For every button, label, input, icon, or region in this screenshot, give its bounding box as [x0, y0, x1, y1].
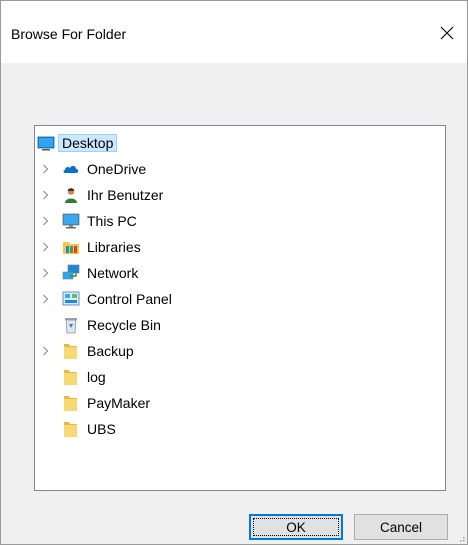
tree-item-label: OneDrive: [87, 161, 147, 177]
tree-item-label: log: [87, 369, 106, 385]
tree-item-label: Network: [87, 265, 139, 281]
tree-item-label: Control Panel: [87, 291, 172, 307]
tree-item-control-panel[interactable]: Control Panel: [35, 287, 445, 311]
tree-item-label: Desktop: [58, 134, 118, 152]
folder-icon: [62, 368, 80, 386]
tree-item-label: Libraries: [87, 239, 141, 255]
chevron-right-icon[interactable]: [40, 287, 50, 311]
resize-grip-icon[interactable]: [455, 532, 465, 542]
desktop-icon: [37, 134, 55, 152]
tree-item-onedrive[interactable]: OneDrive: [35, 157, 445, 181]
network-icon: [62, 264, 80, 282]
tree-item-recycle-bin[interactable]: Recycle Bin: [35, 313, 445, 337]
chevron-right-icon[interactable]: [40, 209, 50, 233]
tree-item-paymaker[interactable]: PayMaker: [35, 391, 445, 415]
this-pc-icon: [62, 212, 80, 230]
tree-item-label: PayMaker: [87, 395, 151, 411]
tree-item-label: This PC: [87, 213, 137, 229]
tree-item-label: Ihr Benutzer: [87, 187, 164, 203]
title-bar: Browse For Folder: [1, 1, 467, 63]
chevron-right-icon[interactable]: [40, 235, 50, 259]
close-button[interactable]: [433, 19, 461, 47]
folder-icon: [62, 394, 80, 412]
chevron-right-icon[interactable]: [40, 157, 50, 181]
cancel-button[interactable]: Cancel: [354, 514, 448, 540]
dialog-title: Browse For Folder: [11, 26, 127, 42]
tree-item-libraries[interactable]: Libraries: [35, 235, 445, 259]
tree-item-label: UBS: [87, 421, 116, 437]
folder-tree[interactable]: Desktop OneDrive Ihr Benutzer This PC Libra…: [34, 125, 446, 491]
close-icon: [440, 26, 454, 40]
control-panel-icon: [62, 290, 80, 308]
tree-item-desktop[interactable]: Desktop: [35, 131, 445, 155]
chevron-right-icon[interactable]: [40, 183, 50, 207]
tree-item-log[interactable]: log: [35, 365, 445, 389]
tree-item-label: Backup: [87, 343, 134, 359]
ok-button[interactable]: OK: [249, 514, 343, 540]
user-icon: [62, 186, 80, 204]
chevron-right-icon[interactable]: [40, 339, 50, 363]
tree-item-network[interactable]: Network: [35, 261, 445, 285]
browse-for-folder-dialog: Browse For Folder Desktop OneDrive Ihr Be…: [0, 0, 468, 545]
cancel-button-label: Cancel: [379, 519, 423, 535]
folder-icon: [62, 420, 80, 438]
onedrive-icon: [62, 160, 80, 178]
tree-item-label: Recycle Bin: [87, 317, 161, 333]
folder-icon: [62, 342, 80, 360]
recycle-bin-icon: [62, 316, 80, 334]
tree-item-backup[interactable]: Backup: [35, 339, 445, 363]
tree-item-ubs[interactable]: UBS: [35, 417, 445, 441]
chevron-right-icon[interactable]: [40, 261, 50, 285]
libraries-icon: [62, 238, 80, 256]
tree-item-ihr-benutzer[interactable]: Ihr Benutzer: [35, 183, 445, 207]
tree-item-this-pc[interactable]: This PC: [35, 209, 445, 233]
